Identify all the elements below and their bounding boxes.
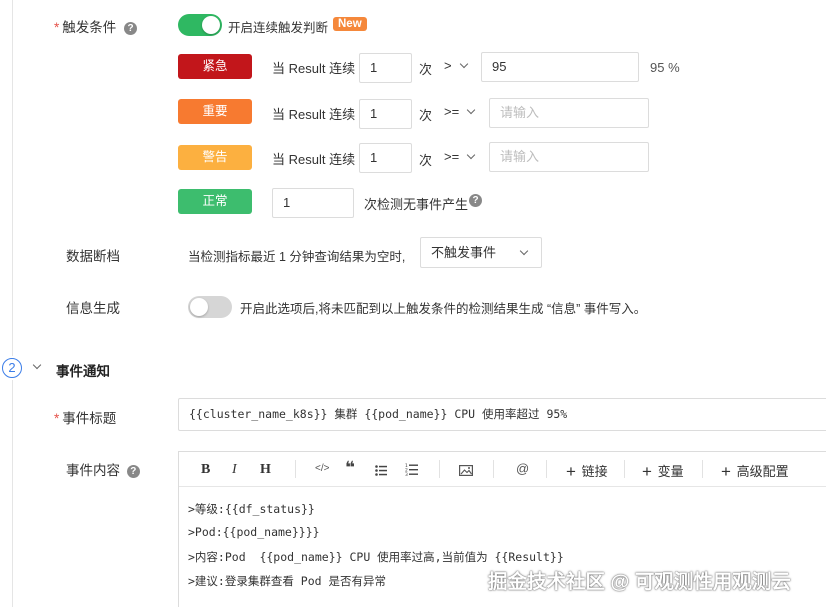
- editor-line: >Pod:{{pod_name}}}}: [188, 525, 320, 539]
- count-input[interactable]: 1: [359, 99, 412, 129]
- link-button[interactable]: + 链接: [566, 461, 608, 481]
- operator-select[interactable]: >=: [444, 104, 476, 119]
- collapse-chevron-icon[interactable]: [32, 360, 42, 370]
- condition-prefix: 当 Result 连续: [272, 61, 356, 76]
- threshold-input[interactable]: 请输入: [489, 98, 649, 128]
- chevron-down-icon: [466, 150, 476, 160]
- continuous-trigger-label: 开启连续触发判断: [228, 21, 329, 35]
- info-gen-label: 信息生成: [66, 301, 120, 316]
- heading-button[interactable]: H: [260, 462, 271, 478]
- image-icon[interactable]: [459, 464, 474, 477]
- editor-toolbar: B I H </> ❝ 123 @ + 链接 + 变量 + 高级配置: [179, 452, 826, 487]
- advanced-config-button[interactable]: + 高级配置: [721, 461, 789, 481]
- count-input[interactable]: 1: [359, 53, 412, 83]
- data-gap-label: 数据断档: [66, 249, 120, 264]
- bold-button[interactable]: B: [201, 462, 210, 478]
- help-icon[interactable]: ?: [469, 194, 482, 207]
- bullet-list-icon[interactable]: [375, 464, 387, 476]
- level-badge-important: 重要: [178, 99, 252, 124]
- step-number: 2: [2, 358, 22, 378]
- event-title-label: * 事件标题: [54, 411, 117, 426]
- editor-line: >内容:Pod {{pod_name}} CPU 使用率过高,当前值为 {{Re…: [188, 550, 564, 564]
- plus-icon: +: [566, 462, 576, 481]
- continuous-trigger-toggle[interactable]: [178, 14, 222, 36]
- plus-icon: +: [721, 462, 731, 481]
- level-badge-critical: 紧急: [178, 54, 252, 79]
- trigger-condition-label: * 触发条件 ?: [54, 16, 138, 36]
- info-gen-description: 开启此选项后,将未匹配到以上触发条件的检测结果生成 “信息” 事件写入。: [240, 302, 647, 316]
- editor-line: >建议:登录集群查看 Pod 是否有异常: [188, 574, 386, 588]
- info-gen-toggle[interactable]: [188, 296, 232, 318]
- plus-icon: +: [642, 462, 652, 481]
- code-button[interactable]: </>: [315, 463, 329, 474]
- chevron-down-icon: [466, 105, 476, 115]
- mention-icon[interactable]: @: [516, 461, 529, 476]
- variable-button[interactable]: + 变量: [642, 461, 684, 481]
- operator-select[interactable]: >=: [444, 149, 476, 164]
- watermark: 掘金技术社区 @ 可观测性用观测云: [488, 571, 791, 593]
- unit-label: 次: [419, 62, 433, 77]
- step-guide-line: [12, 0, 13, 356]
- chevron-down-icon: [459, 59, 469, 69]
- help-icon[interactable]: ?: [124, 21, 138, 35]
- threshold-input[interactable]: 95: [481, 52, 639, 82]
- data-gap-description: 当检测指标最近 1 分钟查询结果为空时,: [188, 250, 406, 264]
- threshold-suffix: 95 %: [650, 60, 680, 75]
- ordered-list-icon[interactable]: 123: [405, 463, 418, 478]
- section-title: 事件通知: [56, 364, 110, 379]
- new-badge: New: [333, 17, 367, 31]
- svg-text:3: 3: [405, 472, 408, 476]
- quote-button[interactable]: ❝: [345, 458, 355, 478]
- operator-select[interactable]: >: [444, 58, 469, 73]
- unit-label: 次: [419, 153, 433, 168]
- italic-button[interactable]: I: [232, 462, 237, 478]
- level-badge-warning: 警告: [178, 145, 252, 170]
- data-gap-select[interactable]: 不触发事件: [420, 237, 542, 268]
- step-guide-line: [12, 380, 13, 607]
- event-content-label: 事件内容 ?: [66, 459, 140, 479]
- event-title-input[interactable]: {{cluster_name_k8s}} 集群 {{pod_name}} CPU…: [178, 398, 826, 431]
- normal-description: 次检测无事件产生: [364, 197, 469, 212]
- condition-prefix: 当 Result 连续: [272, 152, 356, 167]
- level-badge-normal: 正常: [178, 189, 252, 214]
- condition-prefix: 当 Result 连续: [272, 107, 356, 122]
- threshold-input[interactable]: 请输入: [489, 142, 649, 172]
- help-icon[interactable]: ?: [126, 464, 140, 478]
- count-input[interactable]: 1: [359, 143, 412, 173]
- unit-label: 次: [419, 108, 433, 123]
- normal-count-input[interactable]: 1: [272, 188, 354, 218]
- editor-line: >等级:{{df_status}}: [188, 502, 315, 516]
- chevron-down-icon: [519, 246, 529, 256]
